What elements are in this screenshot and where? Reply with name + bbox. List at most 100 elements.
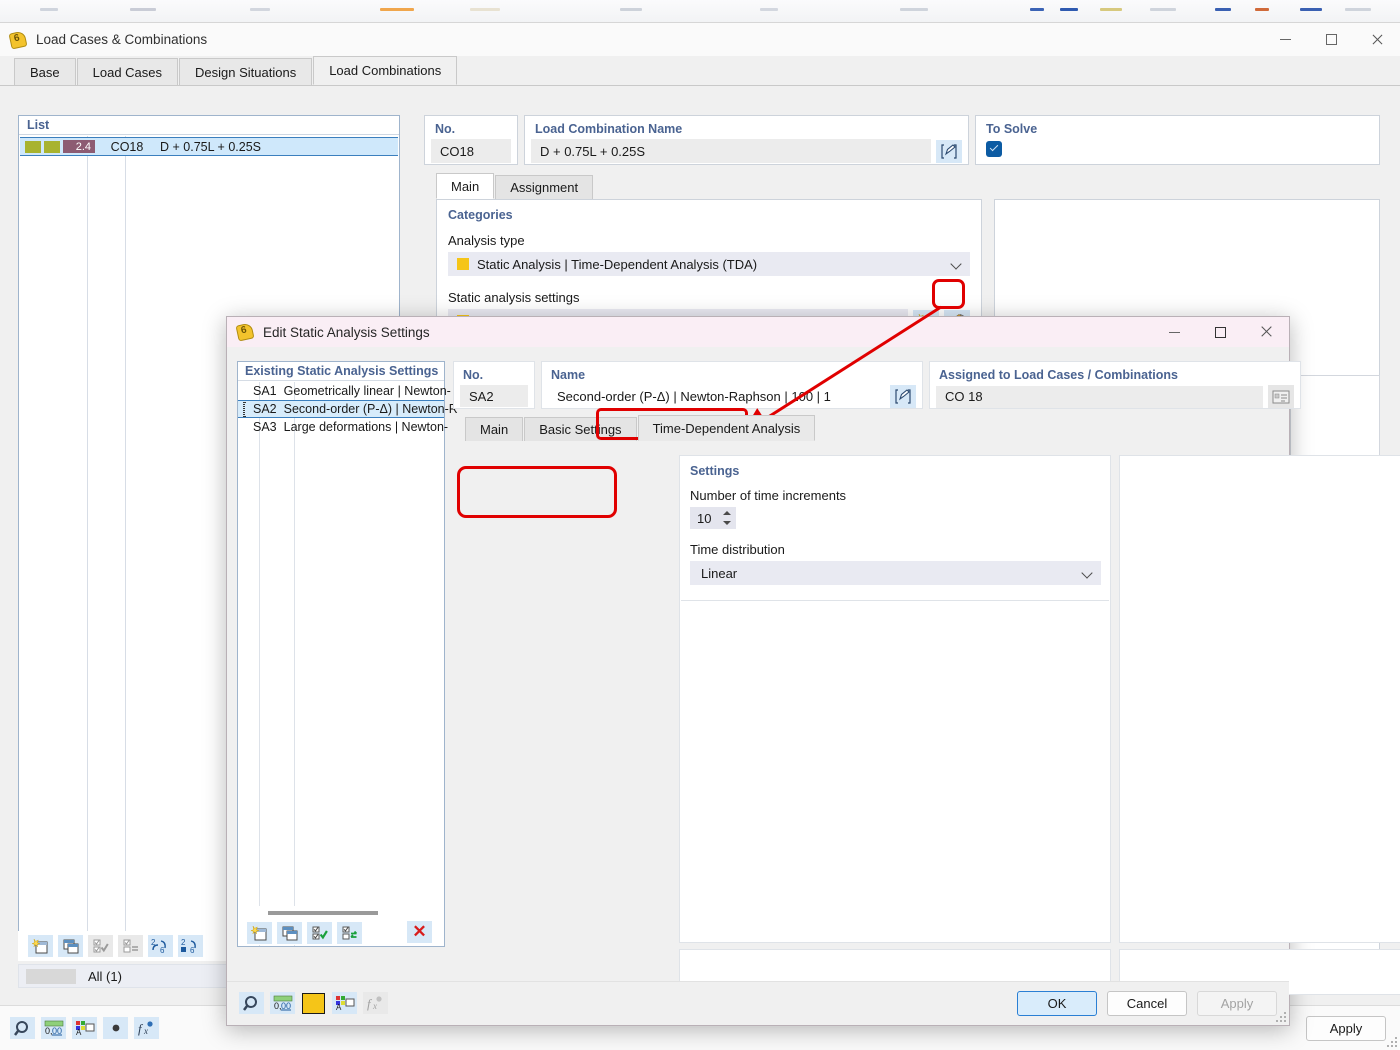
minimize-icon[interactable] xyxy=(1262,23,1308,56)
formula-icon[interactable]: fx xyxy=(134,1017,159,1039)
sa1-id: SA1 xyxy=(253,384,277,398)
tab-load-combinations[interactable]: Load Combinations xyxy=(313,56,457,85)
tab-main[interactable]: Main xyxy=(436,173,494,199)
sa2-name: Second-order (P-Δ) | Newton-R xyxy=(284,402,458,416)
analysis-type-value: Static Analysis | Time-Dependent Analysi… xyxy=(477,257,757,272)
filter-label: All (1) xyxy=(88,969,122,984)
main-window-controls xyxy=(1262,23,1400,56)
edit-icon[interactable] xyxy=(936,140,962,163)
svg-text:6: 6 xyxy=(190,946,195,954)
list-item-sa2[interactable]: SA2 Second-order (P-Δ) | Newton-R xyxy=(238,400,444,418)
categories-title: Categories xyxy=(437,200,981,222)
ok-button[interactable]: OK xyxy=(1017,991,1097,1016)
dot-icon[interactable] xyxy=(103,1017,128,1039)
stepper-arrows-icon[interactable] xyxy=(723,510,731,526)
decimal-places-icon[interactable]: 0,00 xyxy=(270,992,295,1014)
new-icon[interactable] xyxy=(28,935,53,957)
dialog-maximize-icon[interactable] xyxy=(1197,317,1243,347)
existing-list-header: Existing Static Analysis Settings xyxy=(238,362,444,381)
toggle-check-icon[interactable] xyxy=(337,922,362,944)
dialog-resize-grip[interactable] xyxy=(1274,1010,1286,1022)
detail-tabstrip: Main Assignment xyxy=(424,173,1380,199)
color-swatch-icon[interactable] xyxy=(301,992,326,1014)
check-all-icon[interactable] xyxy=(88,935,113,957)
color-legend-icon[interactable]: A xyxy=(332,992,357,1014)
time-increments-label: Number of time increments xyxy=(680,478,1110,503)
chevron-down-icon xyxy=(1081,567,1092,578)
svg-text:A: A xyxy=(336,1003,342,1011)
analysis-type-color-swatch xyxy=(457,258,469,270)
existing-static-analysis-settings-list: Existing Static Analysis Settings SA1 Ge… xyxy=(237,361,445,947)
dialog-apply-button: Apply xyxy=(1197,991,1277,1016)
main-footer-buttons: Apply xyxy=(1306,1016,1386,1041)
tab-time-dependent-analysis[interactable]: Time-Dependent Analysis xyxy=(638,415,816,441)
row-color-swatch-2 xyxy=(44,141,60,153)
cancel-button[interactable]: Cancel xyxy=(1107,991,1187,1016)
color-legend-icon[interactable]: A xyxy=(72,1017,97,1039)
load-combination-name-label: Load Combination Name xyxy=(525,116,968,136)
close-icon[interactable] xyxy=(1354,23,1400,56)
screen-root: 6 Load Cases & Combinations Base Load Ca… xyxy=(0,0,1400,1050)
tab-main[interactable]: Main xyxy=(465,417,523,441)
apply-button[interactable]: Apply xyxy=(1306,1016,1386,1041)
time-distribution-select[interactable]: Linear xyxy=(690,561,1101,585)
maximize-icon[interactable] xyxy=(1308,23,1354,56)
dialog-footer: 0,00 A fx OK Cancel Apply xyxy=(227,981,1289,1025)
formula-icon[interactable]: fx xyxy=(363,992,388,1014)
dialog-name-label: Name xyxy=(542,362,922,384)
list-item-sa1[interactable]: SA1 Geometrically linear | Newton- xyxy=(238,382,444,400)
dialog-close-icon[interactable] xyxy=(1243,317,1289,347)
to-solve-checkbox[interactable] xyxy=(986,141,1002,157)
dialog-minimize-icon[interactable] xyxy=(1151,317,1197,347)
magnifier-icon[interactable] xyxy=(10,1017,35,1039)
chevron-down-icon xyxy=(950,258,961,269)
dialog-app-logo-icon: 6 xyxy=(237,323,255,341)
tab-basic-settings[interactable]: Basic Settings xyxy=(524,417,636,441)
dialog-assigned-field: Assigned to Load Cases / Combinations CO… xyxy=(929,361,1301,409)
tab-assignment[interactable]: Assignment xyxy=(495,175,593,199)
tab-load-cases[interactable]: Load Cases xyxy=(77,58,178,85)
renumber-icon[interactable]: 26 xyxy=(148,935,173,957)
table-row[interactable]: 2.4 CO18 D + 0.75L + 0.25S xyxy=(20,137,398,156)
settings-title: Settings xyxy=(680,456,1110,478)
dialog-window-controls xyxy=(1151,317,1289,347)
load-combination-name-panel: Load Combination Name D + 0.75L + 0.25S xyxy=(524,115,969,165)
magnifier-icon[interactable] xyxy=(239,992,264,1014)
toggle-check-icon[interactable] xyxy=(118,935,143,957)
sa3-name: Large deformations | Newton- xyxy=(284,420,448,434)
list-item-sa3[interactable]: SA3 Large deformations | Newton- xyxy=(238,418,444,436)
load-combination-name-input[interactable]: D + 0.75L + 0.25S xyxy=(531,139,931,163)
analysis-type-select[interactable]: Static Analysis | Time-Dependent Analysi… xyxy=(448,252,970,276)
edit-icon[interactable] xyxy=(890,385,916,408)
delete-icon[interactable]: ✕ xyxy=(407,921,432,943)
tab-base[interactable]: Base xyxy=(14,58,76,85)
status-badge: 2.4 xyxy=(63,140,95,153)
list-picker-icon[interactable] xyxy=(1268,385,1294,408)
copy-icon[interactable] xyxy=(58,935,83,957)
main-resize-grip[interactable] xyxy=(1385,1035,1397,1047)
static-analysis-settings-label: Static analysis settings xyxy=(437,276,981,305)
renumber-selected-icon[interactable]: 26 xyxy=(178,935,203,957)
sa2-id: SA2 xyxy=(253,402,277,416)
to-solve-panel: To Solve xyxy=(975,115,1380,165)
time-increments-stepper[interactable]: 10 xyxy=(690,507,736,529)
no-panel: No. CO18 xyxy=(424,115,518,165)
copy-icon[interactable] xyxy=(277,922,302,944)
dialog-footer-toolbar: 0,00 A fx xyxy=(239,992,388,1014)
dialog-name-input[interactable]: Second-order (P-Δ) | Newton-Raphson | 10… xyxy=(548,386,885,408)
check-all-icon[interactable] xyxy=(307,922,332,944)
settings-panel: Settings Number of time increments 10 Ti… xyxy=(679,455,1111,943)
new-icon[interactable] xyxy=(247,922,272,944)
dialog-no-value: SA2 xyxy=(460,385,528,407)
row-description: D + 0.75L + 0.25S xyxy=(160,140,261,154)
existing-list-toolbar: ✕ xyxy=(239,920,443,945)
background-desktop-strip xyxy=(0,0,1400,22)
row-no: CO18 xyxy=(105,140,149,154)
dialog-no-label: No. xyxy=(454,362,534,384)
tab-design-situations[interactable]: Design Situations xyxy=(179,58,312,85)
horizontal-scrollbar[interactable] xyxy=(240,906,442,920)
dialog-footer-buttons: OK Cancel Apply xyxy=(1017,991,1277,1016)
svg-text:A: A xyxy=(76,1028,82,1036)
decimal-places-icon[interactable]: 0,00 xyxy=(41,1017,66,1039)
dialog-right-white-panel xyxy=(1119,455,1400,943)
